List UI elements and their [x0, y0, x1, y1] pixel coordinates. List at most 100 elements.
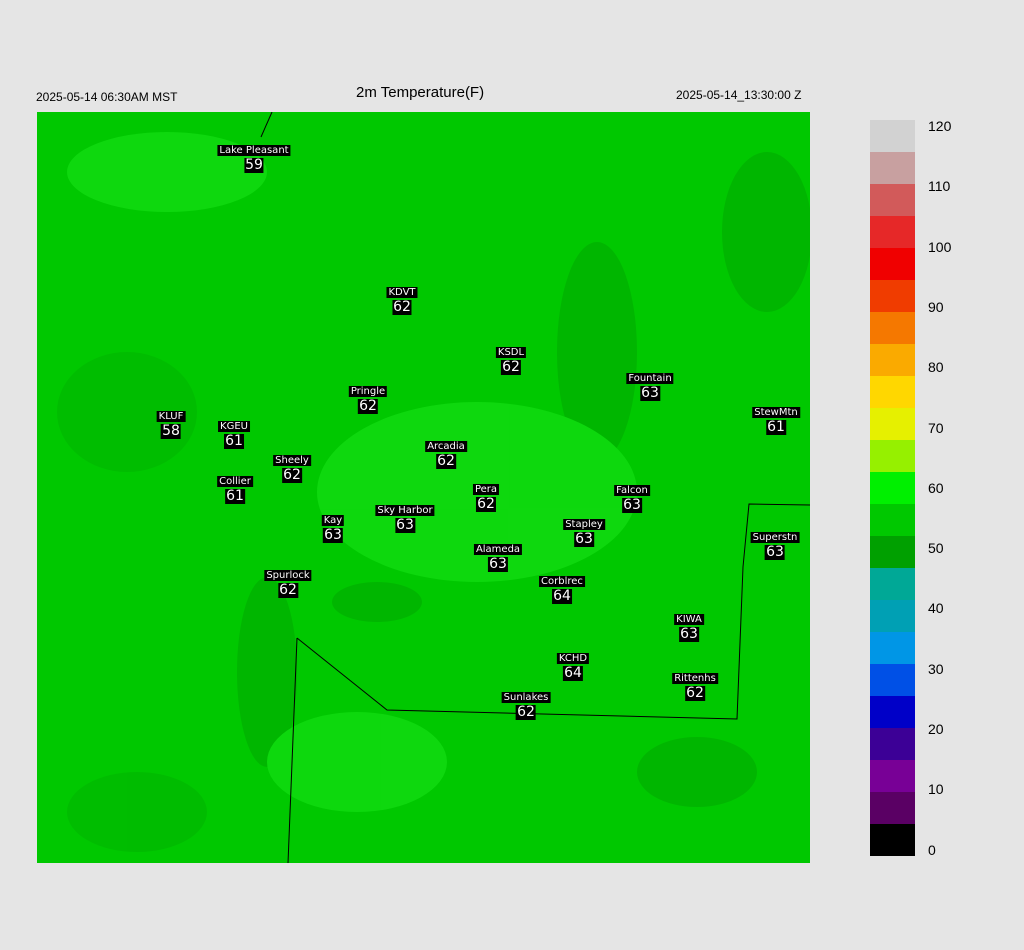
- colorbar-tick-label: 110: [928, 178, 951, 195]
- station-sheely: Sheely 62: [273, 450, 311, 483]
- colorbar-segment: [870, 440, 915, 472]
- station-temperature: 62: [436, 453, 456, 469]
- station-name: StewMtn: [752, 407, 800, 418]
- terrain-ridge: [722, 152, 810, 312]
- station-name: Lake Pleasant: [217, 145, 291, 156]
- temperature-map: [37, 112, 810, 863]
- station-name: KLUF: [156, 411, 186, 422]
- terrain-ridge: [637, 737, 757, 807]
- station-falcon: Falcon 63: [614, 480, 650, 513]
- colorbar-segment: [870, 536, 915, 568]
- station-ksdl: KSDL 62: [495, 342, 527, 375]
- station-kluf: KLUF 58: [156, 406, 186, 439]
- station-temperature: 58: [161, 423, 181, 439]
- station-name: Falcon: [614, 485, 650, 496]
- colorbar-tick-label: 120: [928, 118, 952, 134]
- station-name: Stapley: [563, 519, 605, 530]
- station-temperature: 62: [501, 359, 521, 375]
- station-temperature: 62: [476, 496, 496, 512]
- station-fountain: Fountain 63: [626, 368, 674, 401]
- station-name: Pera: [472, 484, 500, 495]
- colorbar-segment: [870, 216, 915, 248]
- colorbar-segment: [870, 472, 915, 504]
- station-name: Rittenhs: [672, 673, 718, 684]
- utc-time-label: 2025-05-14_13:30:00 Z: [676, 88, 802, 102]
- station-name: Sheely: [273, 455, 311, 466]
- station-pringle: Pringle 62: [348, 381, 388, 414]
- station-name: Superstn: [750, 532, 800, 543]
- station-temperature: 62: [358, 398, 378, 414]
- colorbar-segment: [870, 664, 915, 696]
- colorbar-tick-label: 70: [928, 419, 944, 436]
- station-name: Sunlakes: [501, 692, 551, 703]
- station-temperature: 63: [395, 517, 415, 533]
- colorbar-segment: [870, 632, 915, 664]
- station-name: Alameda: [473, 544, 523, 555]
- colorbar-segment: [870, 568, 915, 600]
- colorbar-tick-label: 50: [928, 540, 944, 557]
- station-name: Kay: [321, 515, 345, 526]
- station-temperature: 64: [552, 588, 572, 604]
- terrain-valley: [267, 712, 447, 812]
- station-temperature: 61: [224, 433, 244, 449]
- terrain-ridge: [67, 772, 207, 852]
- station-temperature: 64: [563, 665, 583, 681]
- station-lake-pleasant: Lake Pleasant 59: [217, 140, 291, 173]
- station-name: Sky Harbor: [375, 505, 435, 516]
- colorbar-segment: [870, 344, 915, 376]
- colorbar-segment: [870, 184, 915, 216]
- station-name: Collier: [217, 476, 253, 487]
- station-kchd: KCHD 64: [556, 648, 590, 681]
- station-name: KCHD: [556, 653, 590, 664]
- station-name: Pringle: [348, 386, 388, 397]
- colorbar-segment: [870, 600, 915, 632]
- colorbar-segment: [870, 120, 915, 152]
- station-superstn: Superstn 63: [750, 527, 800, 560]
- terrain-ridge: [332, 582, 422, 622]
- colorbar-segment: [870, 248, 915, 280]
- colorbar-tick-label: 30: [928, 660, 944, 677]
- station-arcadia: Arcadia 62: [425, 436, 467, 469]
- station-name: Arcadia: [425, 441, 467, 452]
- colorbar-segment: [870, 760, 915, 792]
- station-temperature: 61: [766, 419, 786, 435]
- station-kiwa: KIWA 63: [674, 609, 704, 642]
- colorbar-segment: [870, 792, 915, 824]
- colorbar-segment: [870, 376, 915, 408]
- station-temperature: 63: [622, 497, 642, 513]
- colorbar-tick-label: 100: [928, 238, 952, 255]
- colorbar-tick-label: 10: [928, 781, 944, 798]
- station-temperature: 62: [282, 467, 302, 483]
- station-kdvt: KDVT 62: [386, 282, 418, 315]
- station-sunlakes: Sunlakes 62: [501, 687, 551, 720]
- station-name: KDVT: [386, 287, 418, 298]
- station-temperature: 62: [685, 685, 705, 701]
- colorbar: [870, 120, 915, 856]
- colorbar-segment: [870, 408, 915, 440]
- colorbar-segment: [870, 504, 915, 536]
- station-alameda: Alameda 63: [473, 539, 523, 572]
- station-temperature: 59: [244, 157, 264, 173]
- station-temperature: 62: [392, 299, 412, 315]
- colorbar-tick-label: 80: [928, 359, 944, 376]
- colorbar-segment: [870, 280, 915, 312]
- colorbar-tick-label: 90: [928, 298, 944, 315]
- station-pera: Pera 62: [472, 479, 500, 512]
- station-stewmtn: StewMtn 61: [752, 402, 800, 435]
- colorbar-tick-label: 40: [928, 600, 944, 617]
- map-title: 2m Temperature(F): [356, 84, 485, 101]
- colorbar-segment: [870, 152, 915, 184]
- colorbar-segment: [870, 728, 915, 760]
- station-sky-harbor: Sky Harbor 63: [375, 500, 435, 533]
- colorbar-segment: [870, 312, 915, 344]
- station-temperature: 63: [488, 556, 508, 572]
- station-temperature: 63: [765, 544, 785, 560]
- station-kay: Kay 63: [321, 510, 345, 543]
- station-name: Fountain: [626, 373, 674, 384]
- station-stapley: Stapley 63: [563, 514, 605, 547]
- colorbar-tick-label: 60: [928, 479, 944, 496]
- station-temperature: 62: [278, 582, 298, 598]
- station-name: KIWA: [674, 614, 704, 625]
- station-temperature: 63: [574, 531, 594, 547]
- station-corblrec: Corblrec 64: [539, 571, 585, 604]
